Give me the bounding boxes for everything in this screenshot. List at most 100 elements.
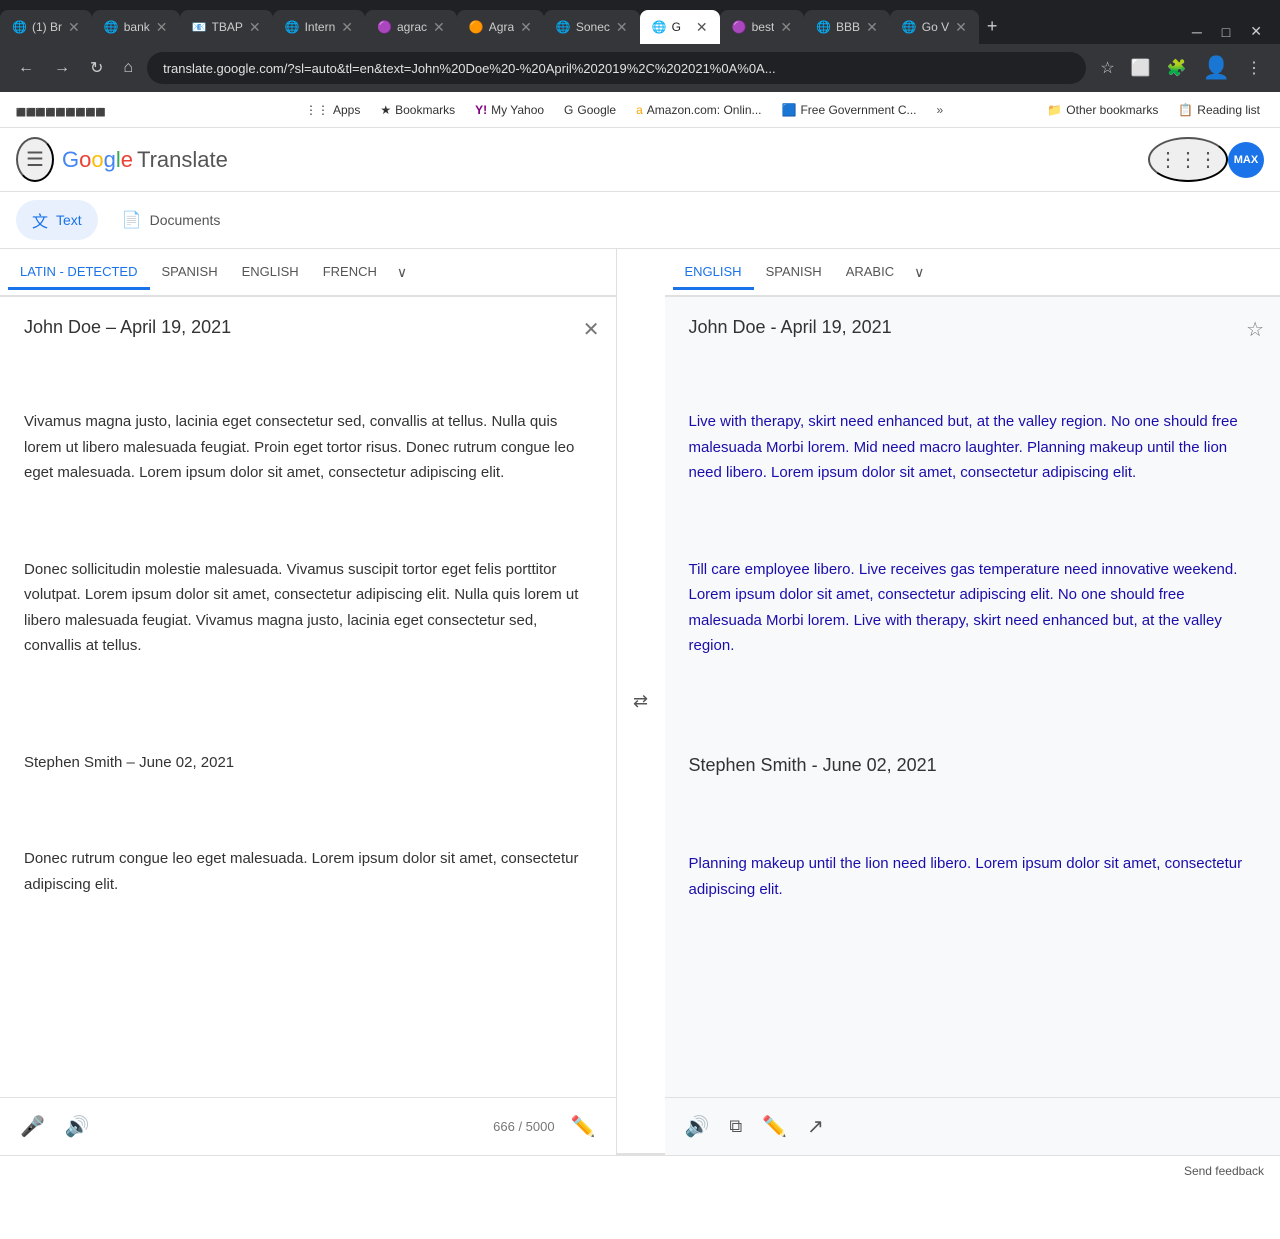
tab-close[interactable]: ✕: [341, 19, 353, 36]
reload-button[interactable]: ↻: [84, 54, 109, 82]
bookmark-google[interactable]: G Google: [556, 99, 624, 121]
star-button[interactable]: ☆: [1246, 317, 1264, 342]
result-lang-english[interactable]: ENGLISH: [673, 256, 754, 290]
tab-7[interactable]: 🌐 Sonec ✕: [544, 10, 640, 44]
minimize-button[interactable]: ─: [1182, 20, 1212, 44]
bookmark-apps[interactable]: ⋮⋮ Apps: [297, 99, 368, 121]
bookmark-bookmarks[interactable]: ★ Bookmarks: [372, 99, 463, 121]
result-lang-arabic[interactable]: ARABIC: [834, 256, 906, 290]
bookmark-amazon-label: Amazon.com: Onlin...: [647, 103, 762, 117]
source-mic-button[interactable]: 🎤: [16, 1110, 49, 1143]
tab-favicon: 🟣: [377, 20, 391, 34]
result-subtitle: Stephen Smith - June 02, 2021: [689, 750, 1257, 781]
source-text-area: ✕ John Doe – April 19, 2021 Vivamus magn…: [0, 297, 616, 1097]
bookmarks-bar: ⬛⬛⬛⬛⬛⬛⬛⬛⬛ ⋮⋮ Apps ★ Bookmarks Y! My Yaho…: [0, 92, 1280, 128]
tab-close[interactable]: ✕: [780, 19, 792, 36]
tab-8-active[interactable]: 🌐 G ✕: [640, 10, 720, 44]
bookmark-freegovt-label: Free Government C...: [800, 103, 916, 117]
address-bar-input[interactable]: [147, 52, 1086, 84]
new-tab-button[interactable]: +: [979, 16, 1006, 37]
translate-container: LATIN - DETECTED SPANISH ENGLISH FRENCH …: [0, 248, 1280, 1155]
bookmark-amazon[interactable]: a Amazon.com: Onlin...: [628, 99, 769, 121]
source-volume-button[interactable]: 🔊: [61, 1110, 94, 1143]
home-button[interactable]: ⌂: [117, 55, 139, 81]
result-volume-button[interactable]: 🔊: [681, 1110, 714, 1143]
maximize-button[interactable]: □: [1212, 20, 1240, 44]
tab-title: Sonec: [576, 20, 610, 34]
tab-close[interactable]: ✕: [156, 19, 168, 36]
browser-extension-icon[interactable]: ⬜: [1125, 51, 1157, 85]
result-title: John Doe - April 19, 2021: [689, 317, 1257, 338]
source-lang-english[interactable]: ENGLISH: [230, 256, 311, 290]
source-pencil-button[interactable]: ✏️: [567, 1110, 600, 1143]
close-window-button[interactable]: ✕: [1240, 19, 1272, 44]
address-bar-row: ← → ↻ ⌂ ☆ ⬜ 🧩 👤 ⋮: [0, 44, 1280, 92]
apps-grid-button[interactable]: ⋮⋮⋮: [1148, 137, 1228, 182]
send-feedback-link[interactable]: Send feedback: [1184, 1164, 1264, 1178]
tab-close[interactable]: ✕: [249, 19, 261, 36]
bookmark-myyahoo-label: My Yahoo: [491, 103, 544, 117]
browser-profile-icon[interactable]: 👤: [1197, 51, 1236, 85]
result-pencil-button[interactable]: ✏️: [758, 1110, 791, 1143]
tab-2[interactable]: 🌐 bank ✕: [92, 10, 180, 44]
source-body: Vivamus magna justo, lacinia eget consec…: [24, 358, 592, 948]
tab-close[interactable]: ✕: [696, 19, 708, 36]
result-lang-spanish[interactable]: SPANISH: [754, 256, 834, 290]
tab-10[interactable]: 🌐 BBB ✕: [804, 10, 890, 44]
text-mode-icon: 文: [32, 208, 48, 232]
tab-title: BBB: [836, 20, 860, 34]
tab-close[interactable]: ✕: [433, 19, 445, 36]
tab-close[interactable]: ✕: [866, 19, 878, 36]
result-copy-button[interactable]: ⧉: [725, 1112, 746, 1141]
text-mode-tab[interactable]: 文 Text: [16, 200, 98, 240]
result-share-button[interactable]: ↗: [803, 1110, 828, 1143]
browser-nav-icons: ☆ ⬜ 🧩 👤 ⋮: [1094, 51, 1268, 85]
browser-more-icon[interactable]: ⋮: [1240, 51, 1268, 85]
google-icon: G: [564, 103, 573, 117]
result-lang-chevron[interactable]: ∨: [906, 260, 932, 285]
source-lang-spanish[interactable]: SPANISH: [150, 256, 230, 290]
tab-11[interactable]: 🌐 Go V ✕: [890, 10, 979, 44]
hamburger-menu[interactable]: ☰: [16, 137, 54, 182]
folder-icon: 📁: [1047, 103, 1062, 117]
source-text-bottom: 🎤 🔊 666 / 5000 ✏️: [0, 1097, 616, 1155]
browser-plugin-icon[interactable]: 🧩: [1161, 51, 1193, 85]
clear-button[interactable]: ✕: [583, 317, 600, 342]
tab-close[interactable]: ✕: [68, 19, 80, 36]
swap-languages-button[interactable]: ⇄: [625, 683, 656, 720]
tab-5[interactable]: 🟣 agrac ✕: [365, 10, 457, 44]
source-lang-latin[interactable]: LATIN - DETECTED: [8, 256, 150, 290]
bookmark-myyahoo[interactable]: Y! My Yahoo: [467, 99, 552, 121]
documents-mode-label: Documents: [150, 212, 221, 228]
tab-title: Agra: [489, 20, 514, 34]
tab-9[interactable]: 🟣 best ✕: [720, 10, 804, 44]
bookmark-page-icon[interactable]: ☆: [1094, 51, 1120, 85]
bookmark-more[interactable]: »: [929, 99, 952, 121]
reading-icon: 📋: [1178, 103, 1193, 117]
tab-close[interactable]: ✕: [955, 19, 967, 36]
browser-chrome: 🌐 (1) Br ✕ 🌐 bank ✕ 📧 TBAP ✕ 🌐 Intern ✕ …: [0, 0, 1280, 128]
apps-button[interactable]: ⬛⬛⬛⬛⬛⬛⬛⬛⬛: [12, 100, 293, 120]
source-lang-chevron[interactable]: ∨: [389, 260, 415, 285]
google-logo: Google: [62, 147, 133, 173]
user-avatar[interactable]: MAX: [1228, 142, 1264, 178]
bookmark-reading[interactable]: 📋 Reading list: [1170, 99, 1268, 121]
result-paragraph-3: Planning makeup until the lion need libe…: [689, 851, 1257, 902]
tab-close[interactable]: ✕: [520, 19, 532, 36]
tab-favicon: 🌐: [816, 20, 830, 34]
text-mode-label: Text: [56, 212, 82, 228]
tab-close[interactable]: ✕: [616, 19, 628, 36]
tab-favicon: 🌐: [652, 20, 666, 34]
tab-1[interactable]: 🌐 (1) Br ✕: [0, 10, 92, 44]
tab-4[interactable]: 🌐 Intern ✕: [273, 10, 365, 44]
source-lang-french[interactable]: FRENCH: [311, 256, 389, 290]
bookmark-freegovt[interactable]: 🟦 Free Government C...: [774, 99, 925, 121]
back-button[interactable]: ←: [12, 55, 40, 81]
documents-mode-tab[interactable]: 📄 Documents: [106, 200, 237, 240]
footer: Send feedback: [0, 1155, 1280, 1186]
forward-button[interactable]: →: [48, 55, 76, 81]
bookmark-other[interactable]: 📁 Other bookmarks: [1039, 99, 1166, 121]
tab-3[interactable]: 📧 TBAP ✕: [180, 10, 273, 44]
tab-6[interactable]: 🟠 Agra ✕: [457, 10, 544, 44]
source-panel: LATIN - DETECTED SPANISH ENGLISH FRENCH …: [0, 249, 617, 1155]
